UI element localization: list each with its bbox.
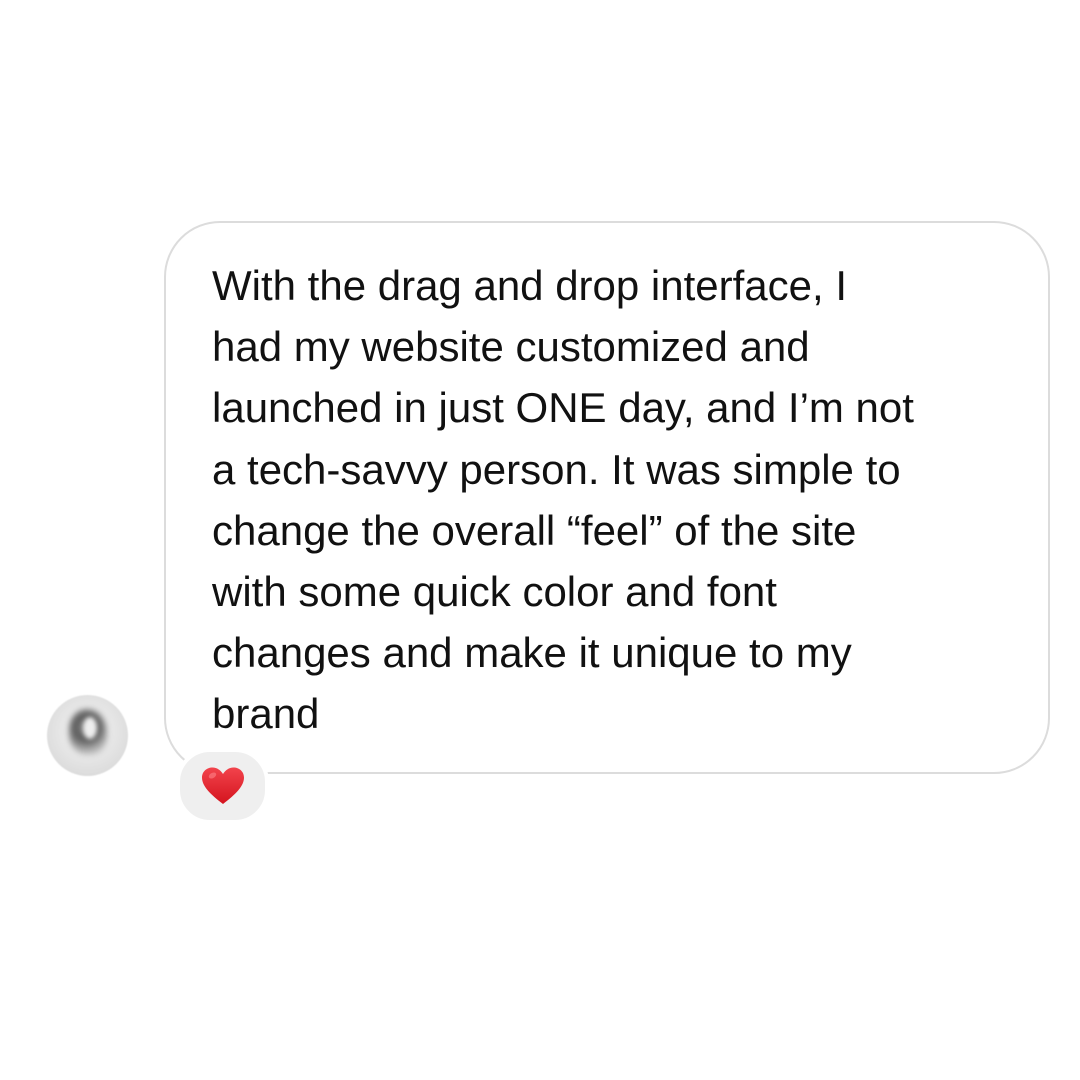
message-line: brand [212,690,320,738]
message-line: with some quick color and font [212,568,777,616]
sender-avatar[interactable] [47,695,128,776]
message-line: a tech-savvy person. It was simple to [212,445,901,493]
dm-conversation-view: With the drag and drop interface, I had … [0,0,1080,1080]
message-line: With the drag and drop interface, I [212,262,848,309]
message-line: change the overall “feel” of the site [212,506,857,554]
message-line: had my website customized and [212,323,810,371]
message-reaction[interactable] [176,748,269,824]
avatar-photo-highlight [83,717,97,739]
message-bubble[interactable]: With the drag and drop interface, I had … [164,221,1050,774]
message-line: changes and make it unique to my [212,629,852,677]
red-heart-icon [201,767,244,804]
message-text: With the drag and drop interface, I had … [212,255,1032,745]
message-line: launched in just ONE day, and I’m not [212,384,914,432]
